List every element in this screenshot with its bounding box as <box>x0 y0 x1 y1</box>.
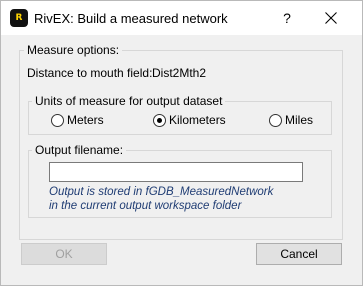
title-bar[interactable]: R RivEX: Build a measured network ? <box>1 1 362 35</box>
help-button[interactable]: ? <box>272 3 302 33</box>
radio-selected-dot <box>157 118 162 123</box>
cancel-button[interactable]: Cancel <box>256 243 342 265</box>
distance-to-mouth-value: Dist2Mth2 <box>152 66 207 80</box>
radio-miles-label[interactable]: Miles <box>285 113 313 127</box>
radio-miles[interactable] <box>269 114 282 127</box>
distance-to-mouth-label: Distance to mouth field: <box>27 66 153 80</box>
close-icon <box>325 12 337 24</box>
radio-kilometers-label[interactable]: Kilometers <box>169 113 226 127</box>
output-hint-line-1: Output is stored in fGDB_MeasuredNetwork <box>49 186 274 198</box>
output-filename-input[interactable] <box>49 162 303 182</box>
output-filename-legend: Output filename: <box>32 143 127 157</box>
radio-kilometers[interactable] <box>153 114 166 127</box>
radio-meters-label[interactable]: Meters <box>67 113 104 127</box>
units-group-legend: Units of measure for output dataset <box>32 94 226 108</box>
measure-options-heading: Measure options: <box>24 43 123 57</box>
ok-button[interactable]: OK <box>21 243 107 265</box>
window-title: RivEX: Build a measured network <box>34 11 228 26</box>
close-button[interactable] <box>313 3 349 33</box>
output-hint-line-2: in the current output workspace folder <box>49 200 242 212</box>
rivex-app-icon: R <box>10 9 28 27</box>
radio-meters[interactable] <box>51 114 64 127</box>
dialog-window: R RivEX: Build a measured network ? Meas… <box>0 0 363 286</box>
